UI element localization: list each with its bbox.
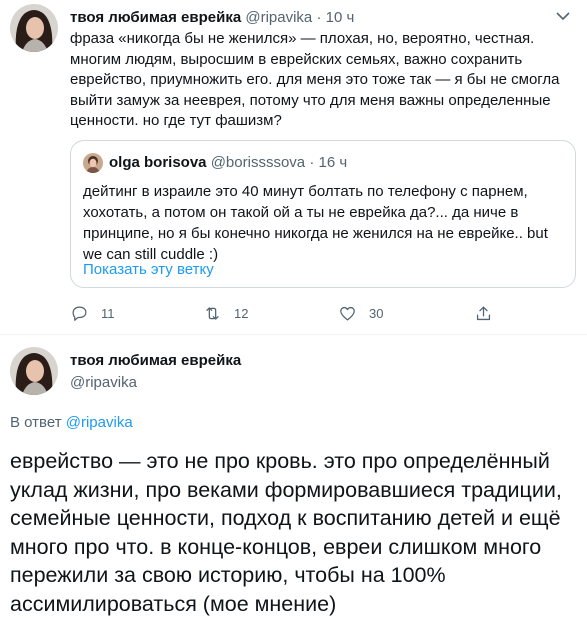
avatar[interactable] (10, 4, 58, 52)
share-icon (476, 306, 491, 321)
tweet-text: еврейство — это не про кровь. это про оп… (10, 449, 562, 616)
show-thread-link[interactable]: Показать эту ветку (83, 261, 214, 278)
tweet-text: фраза «никогда бы не женился» — плохая, … (70, 30, 560, 129)
quoted-tweet[interactable]: olga borisova @borissssova · 16 ч дейтин… (70, 140, 576, 288)
avatar (83, 153, 103, 173)
author-name[interactable]: твоя любимая еврейка (70, 352, 241, 369)
retweet-button[interactable]: 12 (203, 304, 248, 323)
author-name[interactable]: твоя любимая еврейка (70, 9, 241, 26)
like-icon (340, 306, 355, 321)
separator: · (309, 154, 315, 171)
replying-to-link[interactable]: @ripavika (66, 414, 133, 431)
tweet-actions: 11 12 30 (70, 304, 500, 326)
reply-count: 11 (101, 306, 115, 321)
quote-header: olga borisova @borissssova · 16 ч (109, 154, 347, 171)
quote-text: дейтинг в израиле это 40 минут болтать п… (83, 183, 548, 263)
quote-author-name: olga borisova (109, 154, 207, 171)
reply-button[interactable]: 11 (70, 304, 115, 323)
reply-icon (72, 306, 87, 321)
retweet-icon (206, 307, 219, 320)
avatar[interactable] (10, 347, 58, 395)
replying-to: В ответ @ripavika (10, 414, 133, 431)
author-handle[interactable]: @ripavika (245, 9, 312, 26)
quote-timestamp: 16 ч (318, 154, 348, 171)
like-count: 30 (369, 306, 384, 321)
author-handle[interactable]: @ripavika (70, 374, 137, 391)
caret-down-icon[interactable] (553, 6, 573, 26)
quote-author-handle: @borissssova (210, 154, 306, 171)
separator: · (316, 9, 322, 26)
tweet[interactable]: твоя любимая еврейка @ripavika · 10 ч фр… (0, 0, 587, 335)
timestamp[interactable]: 10 ч (326, 9, 355, 26)
tweet-header: твоя любимая еврейка @ripavika · 10 ч (70, 9, 354, 26)
like-button[interactable]: 30 (338, 304, 383, 323)
replying-prefix: В ответ (10, 414, 62, 431)
share-button[interactable] (474, 304, 505, 323)
retweet-count: 12 (234, 306, 249, 321)
